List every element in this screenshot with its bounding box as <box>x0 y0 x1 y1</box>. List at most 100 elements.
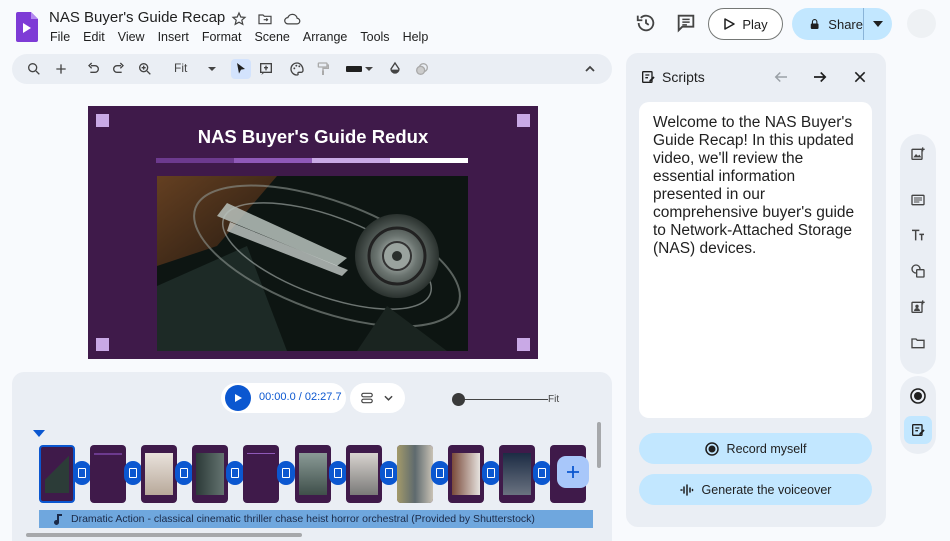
hard-drive-image[interactable] <box>157 176 468 351</box>
track-options[interactable] <box>350 383 405 413</box>
menu-format[interactable]: Format <box>202 30 242 44</box>
add-scene-button[interactable] <box>557 456 589 488</box>
zoom-dropdown-icon[interactable] <box>204 61 220 77</box>
menu-view[interactable]: View <box>118 30 145 44</box>
border-color-icon[interactable] <box>346 66 362 72</box>
scripts-title: Scripts <box>662 69 705 85</box>
zoom-icon[interactable] <box>137 61 153 77</box>
new-text-box-icon[interactable] <box>258 61 274 77</box>
play-icon <box>724 18 736 30</box>
paint-format-icon[interactable] <box>315 61 331 77</box>
toolbar: Fit <box>12 54 612 84</box>
menu-tools[interactable]: Tools <box>360 30 389 44</box>
document-title[interactable]: NAS Buyer's Guide Recap <box>49 9 225 26</box>
folder-icon[interactable] <box>910 335 926 351</box>
share-main[interactable]: Share <box>792 8 864 40</box>
version-history-icon[interactable] <box>635 12 657 34</box>
next-script-icon[interactable] <box>811 68 829 86</box>
play-icon <box>235 394 242 402</box>
add-icon[interactable] <box>53 61 69 77</box>
move-folder-icon[interactable] <box>257 11 273 27</box>
border-dropdown-icon[interactable] <box>364 61 380 77</box>
record-myself-label: Record myself <box>726 441 807 456</box>
share-dropdown[interactable] <box>864 21 892 27</box>
close-icon[interactable] <box>852 69 868 85</box>
theme-palette-icon[interactable] <box>289 61 305 77</box>
clip-3[interactable] <box>141 445 177 503</box>
star-icon[interactable] <box>231 11 247 27</box>
timeline-horizontal-scrollbar[interactable] <box>26 533 302 537</box>
playhead-marker[interactable] <box>33 430 45 437</box>
transition-button[interactable] <box>329 461 347 485</box>
clip-9[interactable] <box>448 445 484 503</box>
audio-track[interactable]: Dramatic Action - classical cinematic th… <box>39 510 593 528</box>
scripts-toggle-button[interactable] <box>904 416 932 444</box>
timeline-vertical-scrollbar[interactable] <box>597 422 601 468</box>
playback-controls: 00:00.0 / 02:27.7 <box>221 383 346 413</box>
generate-voiceover-button[interactable]: Generate the voiceover <box>639 474 872 505</box>
transition-button[interactable] <box>482 461 500 485</box>
zoom-slider-handle[interactable] <box>452 393 465 406</box>
transition-button[interactable] <box>380 461 398 485</box>
transition-button[interactable] <box>431 461 449 485</box>
menu-arrange[interactable]: Arrange <box>303 30 347 44</box>
transition-button[interactable] <box>73 461 91 485</box>
clip-8[interactable] <box>397 445 433 503</box>
transition-button[interactable] <box>124 461 142 485</box>
clip-1[interactable] <box>39 445 75 503</box>
zoom-select-value[interactable]: Fit <box>174 61 187 75</box>
menu-scene[interactable]: Scene <box>254 30 289 44</box>
record-icon <box>704 441 719 456</box>
share-button[interactable]: Share <box>792 8 892 40</box>
timeline-play-button[interactable] <box>225 385 251 411</box>
clip-6[interactable] <box>295 445 331 503</box>
menu-insert[interactable]: Insert <box>158 30 189 44</box>
search-menus-icon[interactable] <box>26 61 42 77</box>
vids-logo-icon[interactable] <box>16 12 38 42</box>
script-text: Welcome to the NAS Buyer's Guide Recap! … <box>653 114 855 257</box>
avatar[interactable] <box>907 9 936 38</box>
effects-icon[interactable] <box>414 61 430 77</box>
corner-decoration <box>96 338 109 351</box>
undo-icon[interactable] <box>85 61 101 77</box>
corner-decoration <box>517 338 530 351</box>
clip-10[interactable] <box>499 445 535 503</box>
transition-button[interactable] <box>277 461 295 485</box>
shapes-icon[interactable] <box>910 263 926 279</box>
comments-icon[interactable] <box>675 12 697 34</box>
menu-file[interactable]: File <box>50 30 70 44</box>
record-icon[interactable] <box>910 388 926 404</box>
previous-script-icon[interactable] <box>772 68 790 86</box>
time-separator: / <box>295 391 305 403</box>
timeline-panel: 00:00.0 / 02:27.7 Fit Dramatic Action - … <box>12 372 612 541</box>
add-media-icon[interactable] <box>910 146 926 162</box>
cloud-saved-icon[interactable] <box>283 11 301 27</box>
music-note-icon <box>54 514 62 525</box>
select-tool-icon[interactable] <box>231 59 251 79</box>
record-myself-button[interactable]: Record myself <box>639 433 872 464</box>
templates-icon[interactable] <box>910 192 926 208</box>
transition-button[interactable] <box>226 461 244 485</box>
slide-title[interactable]: NAS Buyer's Guide Redux <box>88 126 538 148</box>
zoom-fit-label[interactable]: Fit <box>548 394 559 405</box>
record-upload-icon[interactable] <box>910 299 926 315</box>
chevron-down-icon <box>384 395 393 401</box>
clip-5[interactable] <box>243 445 279 503</box>
clip-7[interactable] <box>346 445 382 503</box>
menu-help[interactable]: Help <box>403 30 429 44</box>
zoom-slider-track[interactable] <box>462 399 548 400</box>
collapse-toolbar-icon[interactable] <box>582 61 598 77</box>
play-button[interactable]: Play <box>708 8 783 40</box>
text-icon[interactable] <box>910 227 926 243</box>
play-label: Play <box>742 16 768 32</box>
redo-icon[interactable] <box>111 61 127 77</box>
clip-2[interactable] <box>90 445 126 503</box>
script-text-area[interactable]: Welcome to the NAS Buyer's Guide Recap! … <box>639 102 872 418</box>
clip-4[interactable] <box>192 445 228 503</box>
transition-button[interactable] <box>175 461 193 485</box>
transition-button[interactable] <box>533 461 551 485</box>
slide-canvas[interactable]: NAS Buyer's Guide Redux <box>88 106 538 359</box>
fill-color-icon[interactable] <box>387 61 403 77</box>
menu-edit[interactable]: Edit <box>83 30 105 44</box>
slide-divider-bar <box>156 158 468 163</box>
